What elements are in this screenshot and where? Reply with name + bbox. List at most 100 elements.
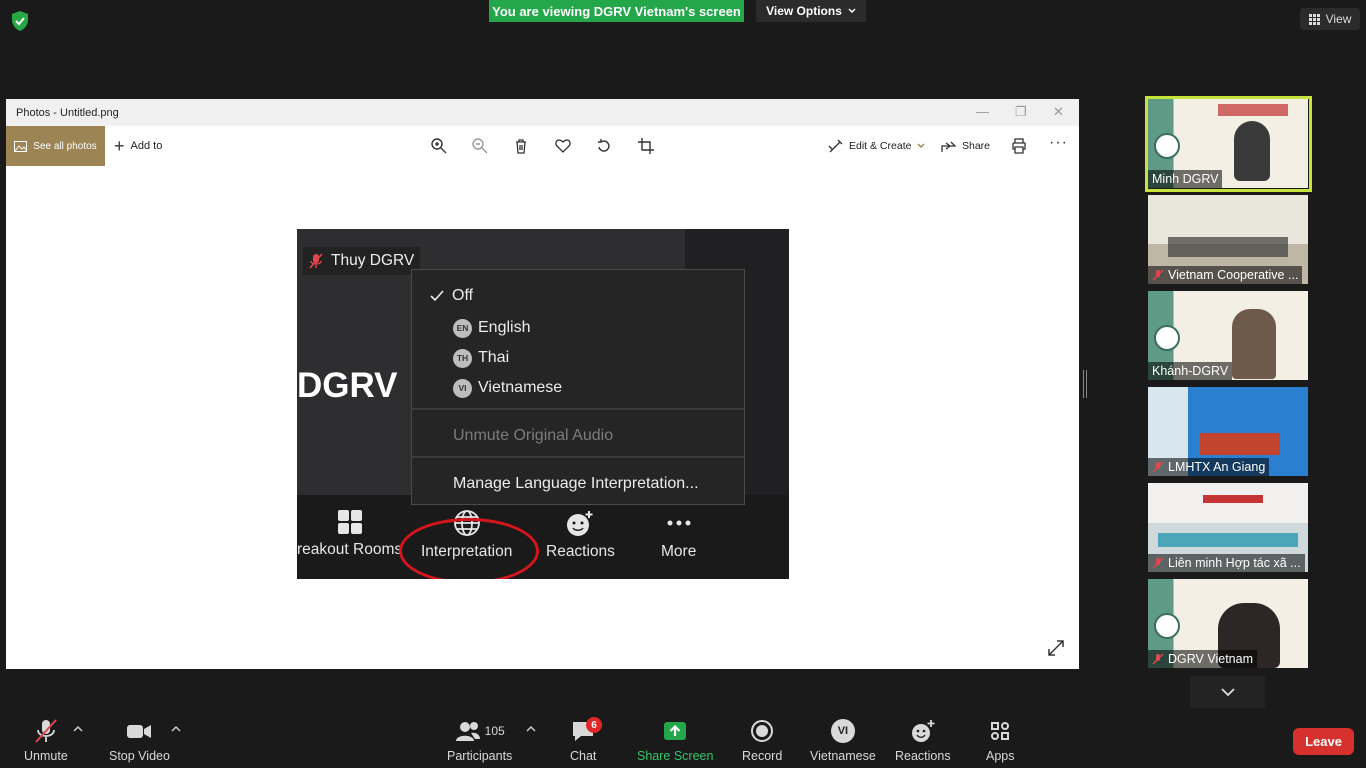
participants-button[interactable]: 105 Participants: [447, 719, 512, 763]
video-tile[interactable]: DGRV Vietnam: [1148, 579, 1308, 668]
shared-screen-photos-window: Photos - Untitled.png — ❐ ✕ See all phot…: [6, 99, 1079, 669]
more-options-icon[interactable]: ···: [1049, 134, 1068, 152]
reactions-button: Reactions: [546, 509, 615, 561]
share-screen-icon: [664, 722, 687, 740]
menu-divider: [412, 408, 744, 410]
participant-name: Thuy DGRV: [331, 252, 415, 269]
participants-caret-icon[interactable]: [526, 724, 536, 734]
panel-splitter-handle[interactable]: [1083, 370, 1087, 398]
video-options-caret-icon[interactable]: [171, 724, 181, 734]
crop-icon[interactable]: [637, 137, 655, 155]
reactions-label: Reactions: [895, 749, 951, 763]
breakout-rooms-button: reakout Rooms: [297, 509, 402, 559]
share-label: Share: [962, 140, 991, 152]
language-label: Vietnamese: [810, 749, 876, 763]
zoom-out-icon[interactable]: [471, 137, 489, 155]
mic-muted-icon: [1152, 269, 1164, 281]
menu-item-unmute-original-audio: Unmute Original Audio: [412, 424, 744, 448]
view-options-button[interactable]: View Options: [756, 0, 866, 22]
share-button[interactable]: Share: [941, 126, 990, 166]
security-shield-icon[interactable]: [10, 10, 30, 32]
mic-muted-icon: [1152, 461, 1164, 473]
menu-item-vietnamese: VI Vietnamese: [412, 376, 744, 400]
tile-name-label: LMHTX An Giang: [1148, 458, 1270, 476]
breakout-rooms-label: reakout Rooms: [297, 541, 403, 558]
leave-label: Leave: [1305, 734, 1342, 749]
apps-button[interactable]: Apps: [986, 719, 1015, 763]
more-label: More: [661, 543, 697, 560]
delete-icon[interactable]: [512, 137, 530, 155]
add-to-label: Add to: [130, 140, 163, 152]
menu-off-label: Off: [452, 287, 474, 304]
print-icon[interactable]: [1010, 137, 1028, 155]
rotate-icon[interactable]: [595, 137, 613, 155]
share-screen-label: Share Screen: [637, 749, 714, 763]
video-tile[interactable]: Vietnam Cooperative ...: [1148, 195, 1308, 284]
share-screen-button[interactable]: Share Screen: [637, 719, 713, 763]
chat-unread-badge: 6: [586, 717, 602, 733]
interpretation-menu: Off EN English TH Thai VI Vietnamese Unm…: [411, 269, 745, 505]
chevron-down-icon: [848, 8, 856, 14]
reactions-label: Reactions: [546, 543, 615, 560]
minimize-icon[interactable]: —: [976, 104, 989, 119]
see-all-photos-label: See all photos: [33, 140, 97, 152]
language-badge-icon: VI: [453, 378, 472, 398]
close-icon[interactable]: ✕: [1053, 104, 1064, 120]
tile-name-label: Khánh-DGRV: [1148, 362, 1233, 380]
manage-interpretation-label: Manage Language Interpretation...: [453, 475, 699, 492]
add-to-button[interactable]: + Add to: [114, 126, 162, 166]
chevron-down-icon: [1220, 687, 1235, 696]
interpretation-language-button[interactable]: VI Vietnamese: [810, 719, 876, 763]
language-badge-icon: VI: [830, 719, 855, 743]
meeting-table: [1200, 433, 1280, 455]
record-button[interactable]: Record: [742, 719, 782, 763]
stop-video-button[interactable]: Stop Video: [109, 719, 170, 763]
record-icon: [751, 720, 774, 742]
menu-thai-label: Thai: [478, 349, 510, 366]
zoom-in-icon[interactable]: [430, 137, 448, 155]
language-badge-icon: TH: [453, 348, 472, 368]
tile-name: Liên minh Hợp tác xã ...: [1168, 556, 1301, 570]
coop-audit-logo: [1154, 613, 1180, 639]
mic-muted-icon: [1152, 653, 1164, 665]
expand-fullscreen-icon[interactable]: [1047, 639, 1065, 657]
mic-muted-icon: [1152, 557, 1164, 569]
restore-icon[interactable]: ❐: [1015, 104, 1027, 120]
stop-video-label: Stop Video: [109, 749, 170, 763]
video-tile[interactable]: LMHTX An Giang: [1148, 387, 1308, 476]
banner-on-wall: [1203, 495, 1263, 503]
apps-icon: [991, 722, 1010, 740]
checkmark-icon: [430, 290, 444, 302]
photos-toolbar: See all photos + Add to Edit & Create Sh…: [6, 126, 1079, 166]
tile-name-label: Liên minh Hợp tác xã ...: [1148, 554, 1305, 572]
edit-create-button[interactable]: Edit & Create: [828, 126, 925, 166]
share-icon: [941, 141, 956, 152]
video-tile[interactable]: Liên minh Hợp tác xã ...: [1148, 483, 1308, 572]
chevron-down-icon: [917, 143, 925, 148]
unmute-button[interactable]: Unmute: [24, 719, 68, 763]
reactions-button[interactable]: Reactions: [895, 719, 951, 763]
video-tile[interactable]: Khánh-DGRV: [1148, 291, 1308, 380]
window-title: Photos - Untitled.png: [16, 106, 119, 119]
record-label: Record: [742, 749, 783, 763]
edit-create-label: Edit & Create: [849, 140, 912, 152]
meeting-table: [1158, 533, 1298, 547]
apps-label: Apps: [986, 749, 1015, 763]
favorite-heart-icon[interactable]: [554, 137, 572, 155]
tile-name-label: DGRV Vietnam: [1148, 650, 1257, 668]
view-button[interactable]: View: [1300, 8, 1360, 30]
mic-muted-icon: [309, 253, 323, 269]
annotation-red-circle: [399, 518, 539, 579]
menu-item-thai: TH Thai: [412, 346, 744, 370]
gallery-next-page-button[interactable]: [1190, 676, 1265, 708]
image-icon: [14, 140, 28, 152]
edit-create-icon: [828, 139, 843, 152]
audio-options-caret-icon[interactable]: [73, 724, 83, 734]
displayed-photo: Thuy DGRV DGRV reakout Rooms Interpretat…: [297, 229, 789, 579]
tile-name: Khánh-DGRV: [1152, 364, 1229, 378]
menu-item-off: Off: [412, 284, 744, 308]
leave-button[interactable]: Leave: [1293, 728, 1354, 755]
grid-icon: [1308, 13, 1320, 25]
banner-text: You are viewing DGRV Vietnam's screen: [492, 3, 741, 19]
see-all-photos-button[interactable]: See all photos: [6, 126, 105, 166]
